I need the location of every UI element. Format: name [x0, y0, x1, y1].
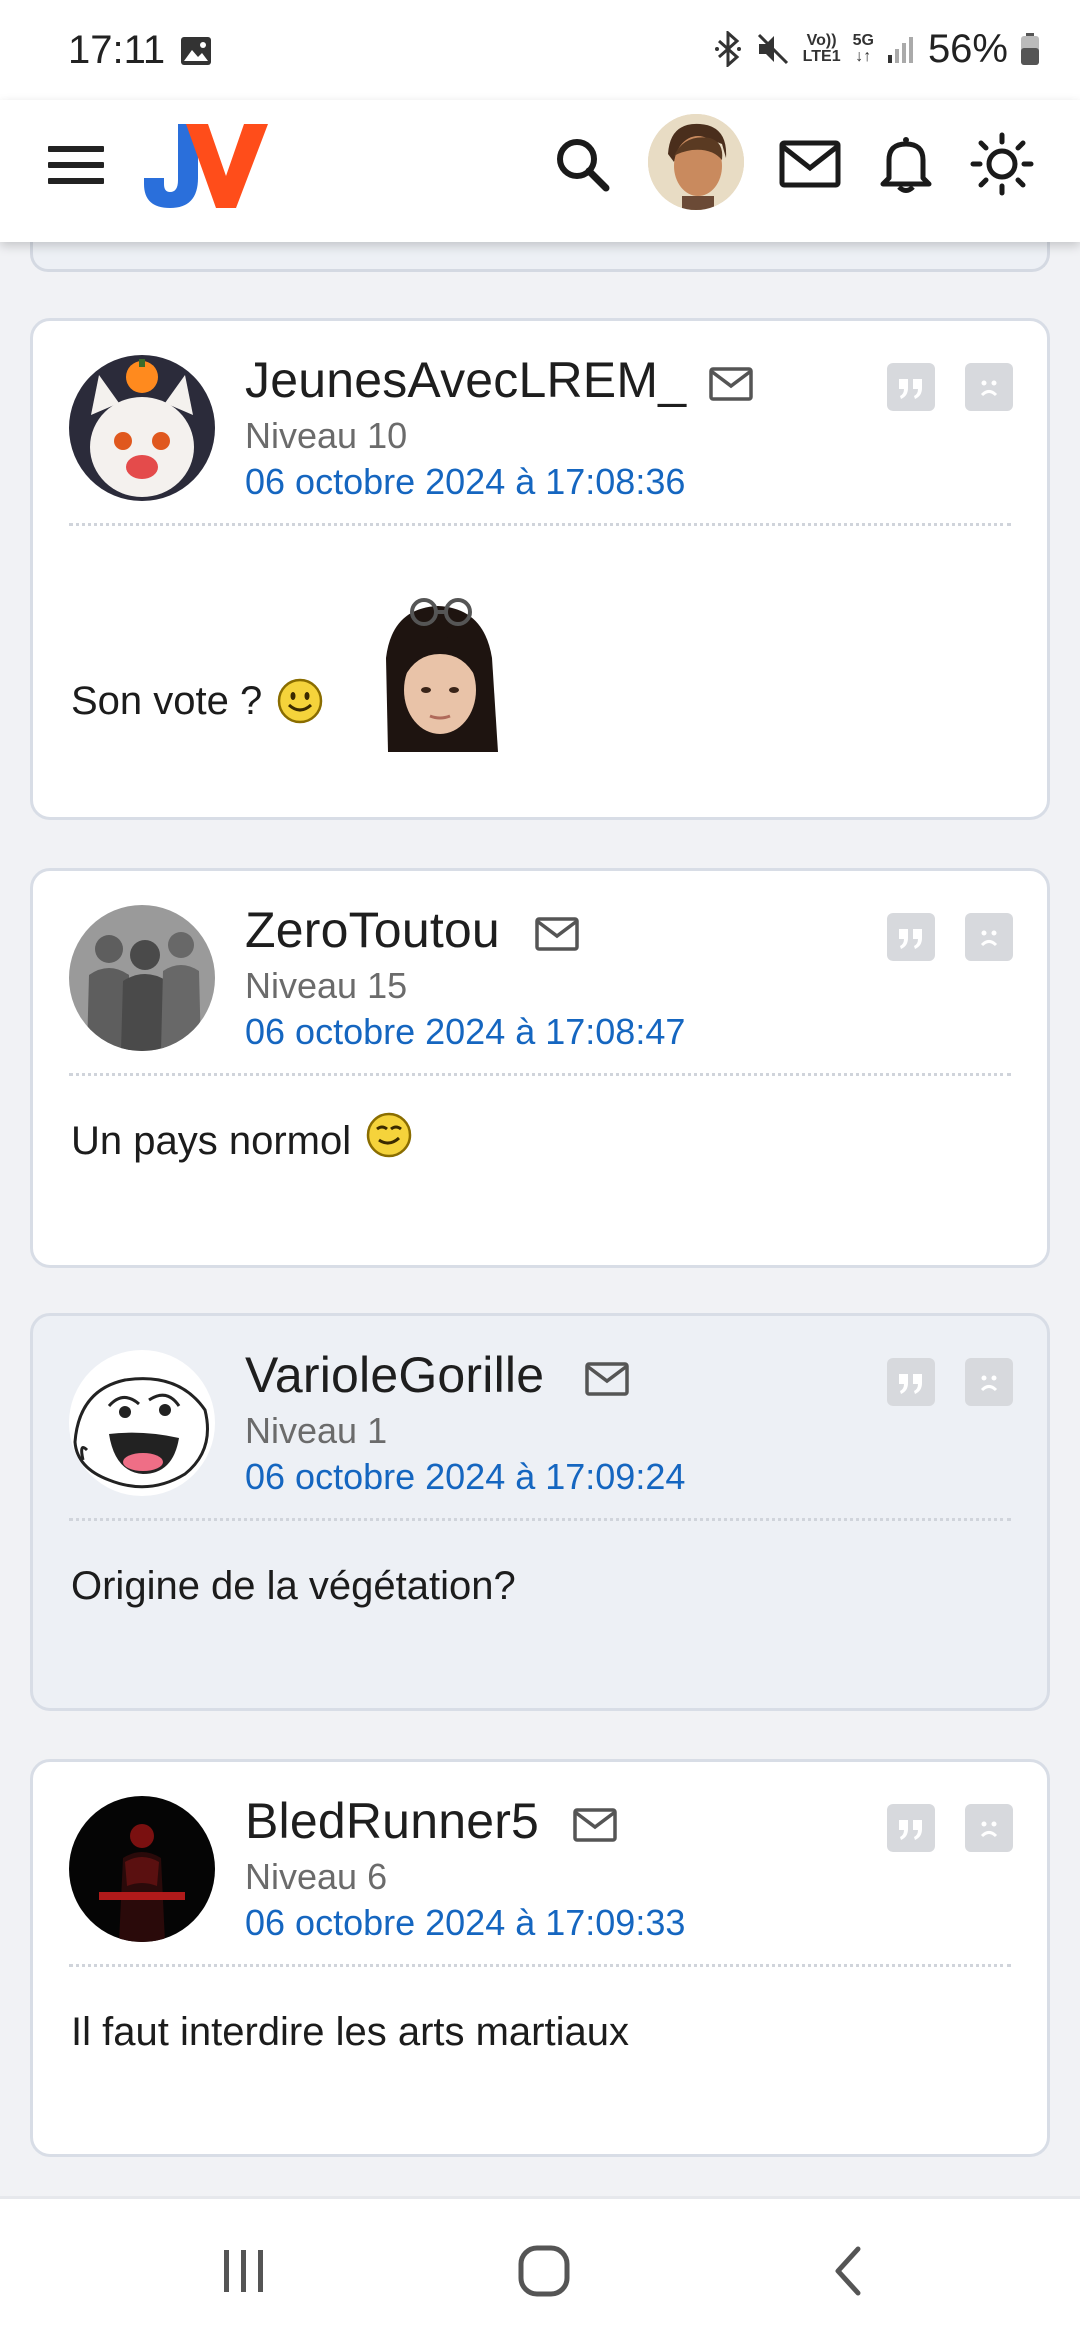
- quote-icon[interactable]: [887, 1358, 935, 1406]
- post-date[interactable]: 06 octobre 2024 à 17:08:47: [245, 1011, 685, 1053]
- search-icon[interactable]: [546, 128, 618, 200]
- post-message: Un pays normol: [71, 1111, 413, 1171]
- post-date[interactable]: 06 octobre 2024 à 17:08:36: [245, 461, 685, 503]
- post-message-text: Origine de la végétation?: [71, 1563, 516, 1608]
- post-date[interactable]: 06 octobre 2024 à 17:09:33: [245, 1902, 685, 1944]
- post-divider: [69, 1073, 1011, 1076]
- post-message: Il faut interdire les arts martiaux: [71, 2002, 629, 2062]
- volte-label: Vo)): [806, 32, 837, 49]
- back-icon[interactable]: [818, 2243, 878, 2299]
- send-message-icon[interactable]: [709, 367, 753, 401]
- post-avatar[interactable]: [69, 1796, 215, 1942]
- report-icon[interactable]: [965, 913, 1013, 961]
- post-level: Niveau 15: [245, 965, 408, 1006]
- post-avatar[interactable]: [69, 905, 215, 1051]
- volte-indicator: Vo)) LTE1: [803, 33, 841, 65]
- mute-icon: [757, 33, 788, 65]
- smile-emoji-icon: [278, 678, 323, 724]
- post-card: ZeroToutou Niveau 15 06 octobre 2024 à 1…: [30, 868, 1050, 1268]
- post-level: Niveau 10: [245, 415, 408, 456]
- status-bar: 17:11 Vo)) LTE1 5G ↓↑ 56%: [0, 0, 1080, 100]
- quote-icon[interactable]: [887, 363, 935, 411]
- grin-emoji-icon: [366, 1112, 412, 1158]
- post-message: Origine de la végétation?: [71, 1556, 516, 1616]
- post-level: Niveau 6: [245, 1856, 388, 1897]
- post-username[interactable]: BledRunner5: [245, 1792, 539, 1850]
- lte-label: LTE1: [802, 48, 841, 65]
- menu-icon[interactable]: [48, 146, 104, 190]
- post-divider: [69, 1518, 1011, 1521]
- post-username[interactable]: ZeroToutou: [245, 901, 500, 959]
- mail-icon[interactable]: [774, 128, 846, 200]
- sticker-image: [368, 598, 505, 752]
- post-date[interactable]: 06 octobre 2024 à 17:09:24: [245, 1456, 685, 1498]
- report-icon[interactable]: [965, 1358, 1013, 1406]
- report-icon[interactable]: [965, 1804, 1013, 1852]
- send-message-icon[interactable]: [535, 917, 579, 951]
- send-message-icon[interactable]: [585, 1362, 629, 1396]
- avatar[interactable]: [648, 114, 744, 210]
- status-time: 17:11: [68, 28, 166, 72]
- post-message: Son vote ?: [71, 598, 505, 752]
- post-divider: [69, 1964, 1011, 1967]
- battery-icon: [1021, 33, 1039, 65]
- bell-icon[interactable]: [870, 128, 942, 200]
- post-avatar[interactable]: [69, 355, 215, 501]
- post-message-text: Un pays normol: [71, 1118, 352, 1163]
- post-card: JeunesAvecLREM_ Niveau 10 06 octobre 202…: [30, 318, 1050, 820]
- data-arrows: ↓↑: [855, 48, 872, 65]
- app-header: [0, 100, 1080, 242]
- quote-icon[interactable]: [887, 913, 935, 961]
- report-icon[interactable]: [965, 363, 1013, 411]
- network-gen-label: 5G: [852, 32, 874, 49]
- gallery-icon: [181, 37, 211, 65]
- post-level: Niveau 1: [245, 1410, 388, 1451]
- bluetooth-icon: [714, 31, 741, 67]
- signal-icon: [887, 37, 913, 63]
- system-nav-bar: [0, 2196, 1080, 2340]
- battery-percent: 56%: [927, 26, 1008, 71]
- post-avatar[interactable]: [69, 1350, 215, 1496]
- post-message-text: Son vote ?: [71, 678, 263, 723]
- post-username[interactable]: VarioleGorille: [245, 1346, 544, 1404]
- status-icons: Vo)) LTE1 5G ↓↑ 56%: [713, 26, 1040, 72]
- post-card: VarioleGorille Niveau 1 06 octobre 2024 …: [30, 1313, 1050, 1711]
- brightness-icon[interactable]: [966, 128, 1038, 200]
- quote-icon[interactable]: [887, 1804, 935, 1852]
- home-icon[interactable]: [514, 2243, 574, 2299]
- post-username[interactable]: JeunesAvecLREM_: [245, 351, 686, 409]
- jv-logo[interactable]: [140, 112, 272, 212]
- post-divider: [69, 523, 1011, 526]
- send-message-icon[interactable]: [573, 1808, 617, 1842]
- recent-apps-icon[interactable]: [214, 2243, 274, 2299]
- network-gen: 5G ↓↑: [853, 33, 874, 65]
- post-message-text: Il faut interdire les arts martiaux: [71, 2009, 629, 2054]
- post-card: BledRunner5 Niveau 6 06 octobre 2024 à 1…: [30, 1759, 1050, 2157]
